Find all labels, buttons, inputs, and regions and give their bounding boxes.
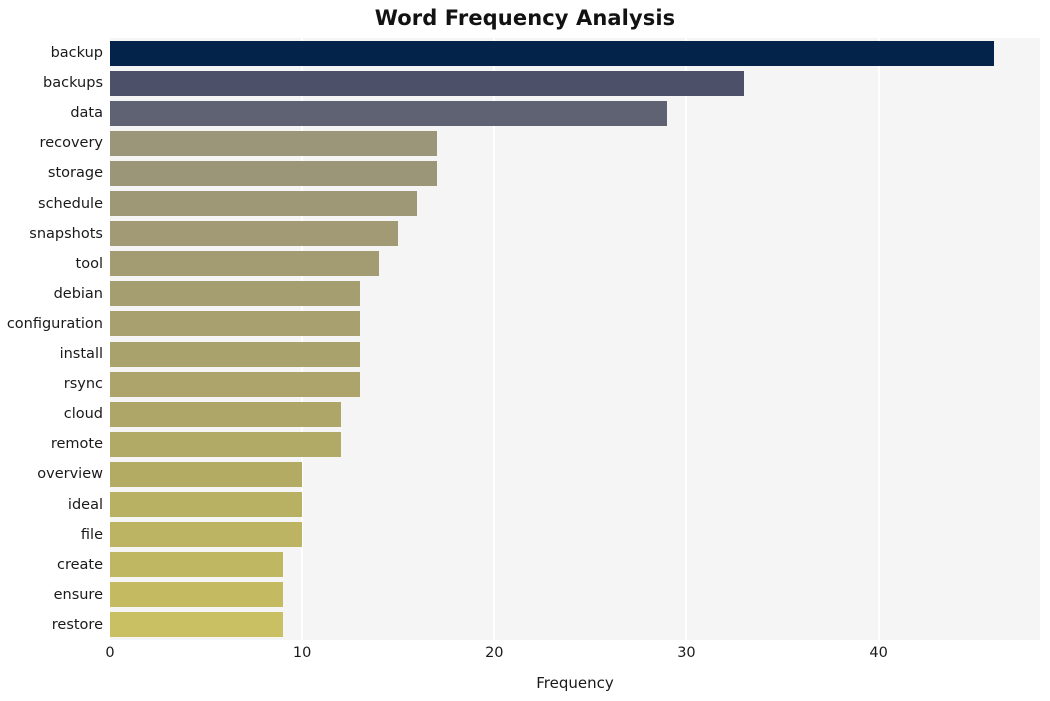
bar[interactable] bbox=[110, 281, 360, 307]
y-axis-tick-label: tool bbox=[75, 255, 103, 272]
x-axis-tick-label: 0 bbox=[105, 645, 115, 661]
y-axis-tick-label: backup bbox=[50, 45, 103, 62]
y-axis-tick-label: configuration bbox=[6, 315, 103, 332]
bars-layer bbox=[110, 38, 1040, 640]
y-axis-tick-label: overview bbox=[37, 466, 103, 483]
y-axis-tick-label: restore bbox=[51, 616, 103, 633]
y-axis-tick-label: debian bbox=[53, 285, 103, 302]
y-axis-tick-label: install bbox=[59, 346, 103, 363]
bar[interactable] bbox=[110, 191, 418, 217]
y-axis-tick-label: remote bbox=[50, 436, 103, 453]
y-axis-tick-label: file bbox=[80, 526, 103, 543]
bar[interactable] bbox=[110, 311, 360, 337]
plot-area bbox=[110, 38, 1040, 640]
y-axis-tick-label: snapshots bbox=[29, 225, 103, 242]
x-axis-tick-labels: 0 10 20 30 40 bbox=[0, 645, 1050, 669]
y-axis-tick-label: storage bbox=[47, 165, 103, 182]
chart-figure: Word Frequency Analysis backup backups dat… bbox=[0, 0, 1050, 701]
y-axis-tick-labels: backup backups data recovery storage schedule… bbox=[0, 38, 103, 640]
y-axis-tick-label: data bbox=[70, 105, 103, 122]
bar[interactable] bbox=[110, 251, 379, 277]
y-axis-tick-label: recovery bbox=[39, 135, 103, 152]
x-axis-tick-label: 10 bbox=[292, 645, 312, 661]
bar[interactable] bbox=[110, 431, 341, 457]
x-axis-title: Frequency bbox=[536, 674, 614, 692]
y-axis-tick-label: ideal bbox=[67, 496, 103, 513]
bar[interactable] bbox=[110, 221, 399, 247]
bar[interactable] bbox=[110, 612, 283, 638]
bar[interactable] bbox=[110, 160, 437, 186]
bar[interactable] bbox=[110, 40, 994, 66]
y-axis-tick-label: cloud bbox=[63, 406, 103, 423]
chart-title: Word Frequency Analysis bbox=[374, 6, 676, 30]
bar[interactable] bbox=[110, 492, 303, 518]
y-axis-tick-label: rsync bbox=[63, 376, 103, 393]
bar[interactable] bbox=[110, 341, 360, 367]
bar[interactable] bbox=[110, 461, 303, 487]
bar[interactable] bbox=[110, 70, 745, 96]
bar[interactable] bbox=[110, 401, 341, 427]
y-axis-tick-label: create bbox=[56, 556, 103, 573]
y-axis-tick-label: schedule bbox=[38, 195, 103, 212]
x-axis-tick-label: 20 bbox=[485, 645, 504, 661]
bar[interactable] bbox=[110, 371, 360, 397]
x-axis-tick-label: 30 bbox=[677, 645, 696, 661]
y-axis-tick-label: backups bbox=[43, 75, 103, 92]
bar[interactable] bbox=[110, 130, 437, 156]
y-axis-tick-label: ensure bbox=[53, 586, 103, 603]
bar[interactable] bbox=[110, 100, 668, 126]
bar[interactable] bbox=[110, 522, 303, 548]
bar[interactable] bbox=[110, 582, 283, 608]
bar[interactable] bbox=[110, 552, 283, 578]
x-axis-tick-label: 40 bbox=[869, 645, 888, 661]
